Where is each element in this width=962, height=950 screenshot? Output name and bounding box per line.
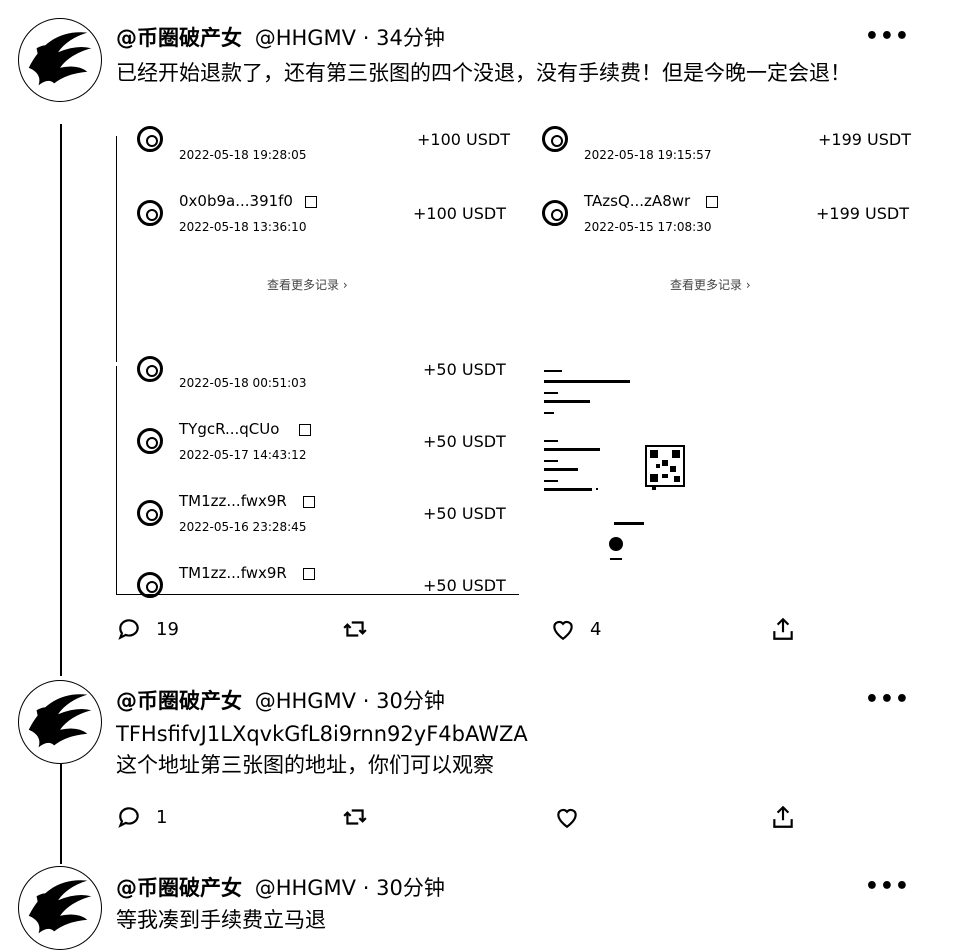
tx-date: 2022-05-15 17:08:30 xyxy=(584,220,712,234)
copy-icon[interactable] xyxy=(305,196,317,208)
separator: · xyxy=(362,876,370,900)
avatar-image xyxy=(19,681,101,763)
avatar-image xyxy=(19,19,101,101)
share-button[interactable] xyxy=(770,804,796,830)
like-button[interactable]: 4 xyxy=(550,616,601,642)
tweet-text: 已经开始退款了，还有第三张图的四个没退，没有手续费！但是今晚一定会退！ xyxy=(116,61,851,85)
tx-amount: +50 USDT xyxy=(423,432,506,451)
retweet-icon xyxy=(343,621,367,637)
timestamp[interactable]: 30分钟 xyxy=(376,876,445,900)
tweet-header: @币圈破产女 @HHGMV · 34分钟 xyxy=(116,22,445,52)
tx-amount: +50 USDT xyxy=(423,360,506,379)
avatar-image xyxy=(19,867,101,949)
share-button[interactable] xyxy=(770,616,796,642)
copy-icon[interactable] xyxy=(303,496,315,508)
thread-line xyxy=(60,124,62,676)
coin-icon xyxy=(542,200,568,226)
share-icon xyxy=(773,805,793,828)
receipt-image xyxy=(544,370,685,560)
tx-amount: +199 USDT xyxy=(818,130,911,149)
reply-button[interactable]: 1 xyxy=(116,804,167,830)
coin-icon xyxy=(137,126,163,152)
tx-amount: +50 USDT xyxy=(423,576,506,595)
handle[interactable]: @HHGMV xyxy=(255,876,356,900)
tweet-media[interactable]: 2022-05-18 19:28:05 +100 USDT 0x0b9a...3… xyxy=(116,126,924,598)
share-icon xyxy=(773,617,793,640)
display-name[interactable]: @币圈破产女 xyxy=(116,689,242,713)
coin-icon xyxy=(137,200,163,226)
reply-count: 1 xyxy=(156,806,168,828)
tweet-actions: 19 4 xyxy=(116,616,816,646)
retweet-icon xyxy=(343,809,367,825)
reply-button[interactable]: 19 xyxy=(116,616,179,642)
avatar[interactable] xyxy=(18,866,102,950)
heart-icon xyxy=(557,808,577,829)
tx-address: 0x0b9a...391f0 xyxy=(179,192,293,210)
tx-amount: +100 USDT xyxy=(413,204,506,223)
handle[interactable]: @HHGMV xyxy=(255,26,356,50)
timestamp[interactable]: 34分钟 xyxy=(376,26,445,50)
media-panel-2[interactable]: 2022-05-18 19:15:57 +199 USDT TAzsQ...zA… xyxy=(522,126,924,362)
view-more-link[interactable]: 查看更多记录 › xyxy=(267,276,348,293)
tx-address: TYgcR...qCUo xyxy=(179,420,280,438)
media-panel-3[interactable]: 2022-05-18 00:51:03 +50 USDT TYgcR...qCU… xyxy=(116,356,519,598)
reply-icon xyxy=(118,619,139,640)
like-button[interactable] xyxy=(554,804,580,830)
tx-date: 2022-05-18 13:36:10 xyxy=(179,220,307,234)
reply-count: 19 xyxy=(156,618,179,640)
retweet-button[interactable] xyxy=(342,804,368,830)
reply-icon xyxy=(118,807,139,828)
tweet-text-line: 这个地址第三张图的地址，你们可以观察 xyxy=(116,753,494,777)
tx-address: TM1zz...fwx9R xyxy=(179,492,287,510)
retweet-button[interactable] xyxy=(342,616,382,642)
more-options-icon[interactable]: ••• xyxy=(865,24,910,49)
display-name[interactable]: @币圈破产女 xyxy=(116,26,242,50)
tweet-text: TFHsfifvJ1LXqvkGfL8i9rnn92yF4bAWZA 这个地址第… xyxy=(116,719,896,781)
coin-icon xyxy=(137,572,163,598)
media-panel-4[interactable] xyxy=(522,366,924,594)
display-name[interactable]: @币圈破产女 xyxy=(116,876,242,900)
tx-amount: +50 USDT xyxy=(423,504,506,523)
tx-amount: +199 USDT xyxy=(816,204,909,223)
tx-amount: +100 USDT xyxy=(417,130,510,149)
tx-date: 2022-05-17 14:43:12 xyxy=(179,448,307,462)
tx-date: 2022-05-18 19:28:05 xyxy=(179,148,307,162)
tx-date: 2022-05-18 19:15:57 xyxy=(584,148,712,162)
separator: · xyxy=(362,689,370,713)
avatar[interactable] xyxy=(18,18,102,102)
copy-icon[interactable] xyxy=(299,424,311,436)
media-panel-1[interactable]: 2022-05-18 19:28:05 +100 USDT 0x0b9a...3… xyxy=(116,126,519,362)
tx-address: TAzsQ...zA8wr xyxy=(584,192,691,210)
wallet-address: TFHsfifvJ1LXqvkGfL8i9rnn92yF4bAWZA xyxy=(116,722,528,746)
avatar[interactable] xyxy=(18,680,102,764)
like-count: 4 xyxy=(590,618,602,640)
handle[interactable]: @HHGMV xyxy=(255,689,356,713)
coin-icon xyxy=(542,126,568,152)
copy-icon[interactable] xyxy=(303,568,315,580)
tx-address: TM1zz...fwx9R xyxy=(179,564,287,582)
tx-date: 2022-05-16 23:28:45 xyxy=(179,520,307,534)
more-options-icon[interactable]: ••• xyxy=(865,687,910,712)
tx-date: 2022-05-18 00:51:03 xyxy=(179,376,307,390)
thread-line xyxy=(60,764,62,864)
copy-icon[interactable] xyxy=(706,196,718,208)
tweet-text: 等我凑到手续费立马退 xyxy=(116,908,326,932)
timestamp[interactable]: 30分钟 xyxy=(376,689,445,713)
coin-icon xyxy=(137,428,163,454)
heart-icon xyxy=(553,620,573,641)
separator: · xyxy=(362,26,370,50)
coin-icon xyxy=(137,500,163,526)
tweet-actions: 1 xyxy=(116,804,816,834)
tweet-header: @币圈破产女 @HHGMV · 30分钟 xyxy=(116,685,445,715)
view-more-link[interactable]: 查看更多记录 › xyxy=(670,276,751,293)
coin-icon xyxy=(137,356,163,382)
tweet-header: @币圈破产女 @HHGMV · 30分钟 xyxy=(116,872,445,902)
more-options-icon[interactable]: ••• xyxy=(865,874,910,899)
